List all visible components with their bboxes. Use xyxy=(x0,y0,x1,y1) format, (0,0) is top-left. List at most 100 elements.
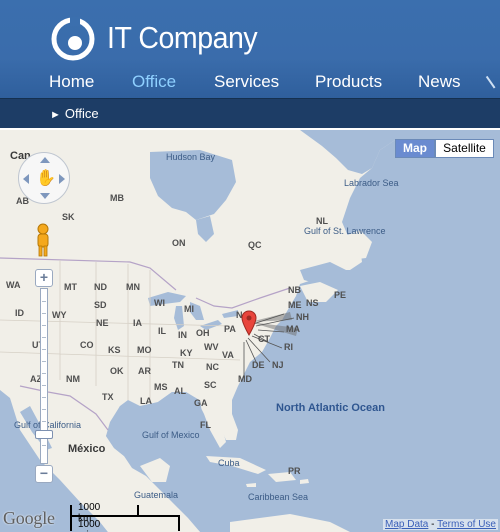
pan-up-icon[interactable] xyxy=(40,157,50,163)
zoom-tick xyxy=(42,361,46,362)
map-label-tn: TN xyxy=(172,360,184,370)
map-label-ar: AR xyxy=(138,366,151,376)
map-attribution: Map Data - Terms of Use xyxy=(383,519,498,530)
zoom-tick xyxy=(42,313,46,314)
map-label-labrador-sea: Labrador Sea xyxy=(344,178,399,188)
zoom-in-button[interactable]: + xyxy=(35,269,53,287)
zoom-tick xyxy=(42,349,46,350)
zoom-out-button[interactable]: − xyxy=(35,465,53,483)
scale-bar-tick-km xyxy=(137,505,139,515)
site-header: IT Company Home Office Services Products… xyxy=(0,0,500,98)
map-label-nl: NL xyxy=(316,216,328,226)
map-label-nm: NM xyxy=(66,374,80,384)
map-label-il: IL xyxy=(158,326,166,336)
zoom-tick xyxy=(42,373,46,374)
map-label-mb: MB xyxy=(110,193,124,203)
map-label-pa: PA xyxy=(224,324,236,334)
google-logo[interactable]: Google xyxy=(3,508,55,529)
brand-name[interactable]: IT Company xyxy=(107,20,258,56)
map-label-mt: MT xyxy=(64,282,77,292)
map-label-ns: NS xyxy=(306,298,319,308)
south-america-land xyxy=(230,514,350,532)
nav-item-office[interactable]: Office xyxy=(132,72,176,92)
map-label-id: ID xyxy=(15,308,24,318)
zoom-tick xyxy=(42,397,46,398)
map-label-wy: WY xyxy=(52,310,67,320)
main-nav: Home Office Services Products News xyxy=(0,70,500,96)
puerto-rico-land xyxy=(300,479,309,484)
attribution-separator: - xyxy=(431,519,435,530)
breadcrumb-label: Office xyxy=(64,106,99,121)
map-label-gulf-california: Gulf of California xyxy=(14,420,81,430)
zoom-tick xyxy=(42,445,46,446)
map-label-co: CO xyxy=(80,340,94,350)
zoom-slider-thumb[interactable] xyxy=(35,430,53,439)
sub-navigation-bar: ► Office xyxy=(0,98,500,128)
map-label-me: ME xyxy=(288,300,302,310)
terms-of-use-link[interactable]: Terms of Use xyxy=(437,519,496,530)
zoom-tick xyxy=(42,385,46,386)
map-label-nc: NC xyxy=(206,362,219,372)
office-map[interactable]: Can Hudson Bay Labrador Sea MB AB SK ON … xyxy=(0,130,500,532)
map-label-tx: TX xyxy=(102,392,114,402)
map-label-nd: ND xyxy=(94,282,107,292)
map-label-sd: SD xyxy=(94,300,107,310)
map-label-wv: WV xyxy=(204,342,219,352)
zoom-tick xyxy=(42,409,46,410)
map-label-va: VA xyxy=(222,350,234,360)
map-label-nh: NH xyxy=(296,312,309,322)
map-label-wa: WA xyxy=(6,280,21,290)
map-label-ky: KY xyxy=(180,348,193,358)
map-type-satellite-button[interactable]: Satellite xyxy=(435,139,494,158)
location-marker-icon[interactable] xyxy=(241,310,257,336)
scale-bar-tick-mi xyxy=(178,517,180,531)
nav-item-news[interactable]: News xyxy=(418,72,461,92)
map-label-gulf-mexico: Gulf of Mexico xyxy=(142,430,200,440)
map-label-ct: CT xyxy=(258,334,270,344)
nav-item-products[interactable]: Products xyxy=(315,72,382,92)
zoom-tick xyxy=(42,325,46,326)
map-label-mi: MI xyxy=(184,304,194,314)
play-arrow-icon: ► xyxy=(50,109,61,121)
zoom-tick xyxy=(42,421,46,422)
map-label-cuba: Cuba xyxy=(218,458,240,468)
map-data-link[interactable]: Map Data xyxy=(385,519,428,530)
map-label-in: IN xyxy=(178,330,187,340)
pegman-icon[interactable] xyxy=(30,222,56,258)
map-label-ok: OK xyxy=(110,366,124,376)
zoom-tick xyxy=(42,337,46,338)
pan-right-icon[interactable] xyxy=(59,174,65,184)
map-label-guatemala: Guatemala xyxy=(134,490,179,500)
map-label-la: LA xyxy=(140,396,152,406)
nav-item-home[interactable]: Home xyxy=(49,72,94,92)
map-label-mo: MO xyxy=(137,345,152,355)
map-label-fl: FL xyxy=(200,420,211,430)
map-label-ms: MS xyxy=(154,382,168,392)
map-label-on: ON xyxy=(172,238,186,248)
pan-down-icon[interactable] xyxy=(40,193,50,199)
map-label-nb: NB xyxy=(288,285,301,295)
scale-bar-tick-left xyxy=(70,505,72,531)
map-label-oh: OH xyxy=(196,328,210,338)
jamaica-land xyxy=(246,483,256,487)
breadcrumb[interactable]: ► Office xyxy=(50,106,99,121)
map-label-caribbean-sea: Caribbean Sea xyxy=(248,492,309,502)
map-label-de: DE xyxy=(252,360,265,370)
company-logo-icon xyxy=(51,17,95,61)
map-label-ne: NE xyxy=(96,318,109,328)
map-label-ma: MA xyxy=(286,324,300,334)
map-label-qc: QC xyxy=(248,240,262,250)
map-label-mexico: México xyxy=(68,443,106,455)
scale-mi-label: 1000 mi xyxy=(78,519,101,532)
map-label-wi: WI xyxy=(154,298,165,308)
hand-icon: ✋ xyxy=(36,170,56,187)
map-type-map-button[interactable]: Map xyxy=(395,139,435,158)
nav-item-services[interactable]: Services xyxy=(214,72,279,92)
map-label-gulf-st-lawrence: Gulf of St. Lawrence xyxy=(304,226,386,236)
pan-control[interactable]: ✋ xyxy=(18,152,70,204)
pan-left-icon[interactable] xyxy=(23,174,29,184)
map-label-md: MD xyxy=(238,374,252,384)
map-label-pr: PR xyxy=(288,466,301,476)
zoom-tick xyxy=(42,301,46,302)
map-label-nj: NJ xyxy=(272,360,284,370)
